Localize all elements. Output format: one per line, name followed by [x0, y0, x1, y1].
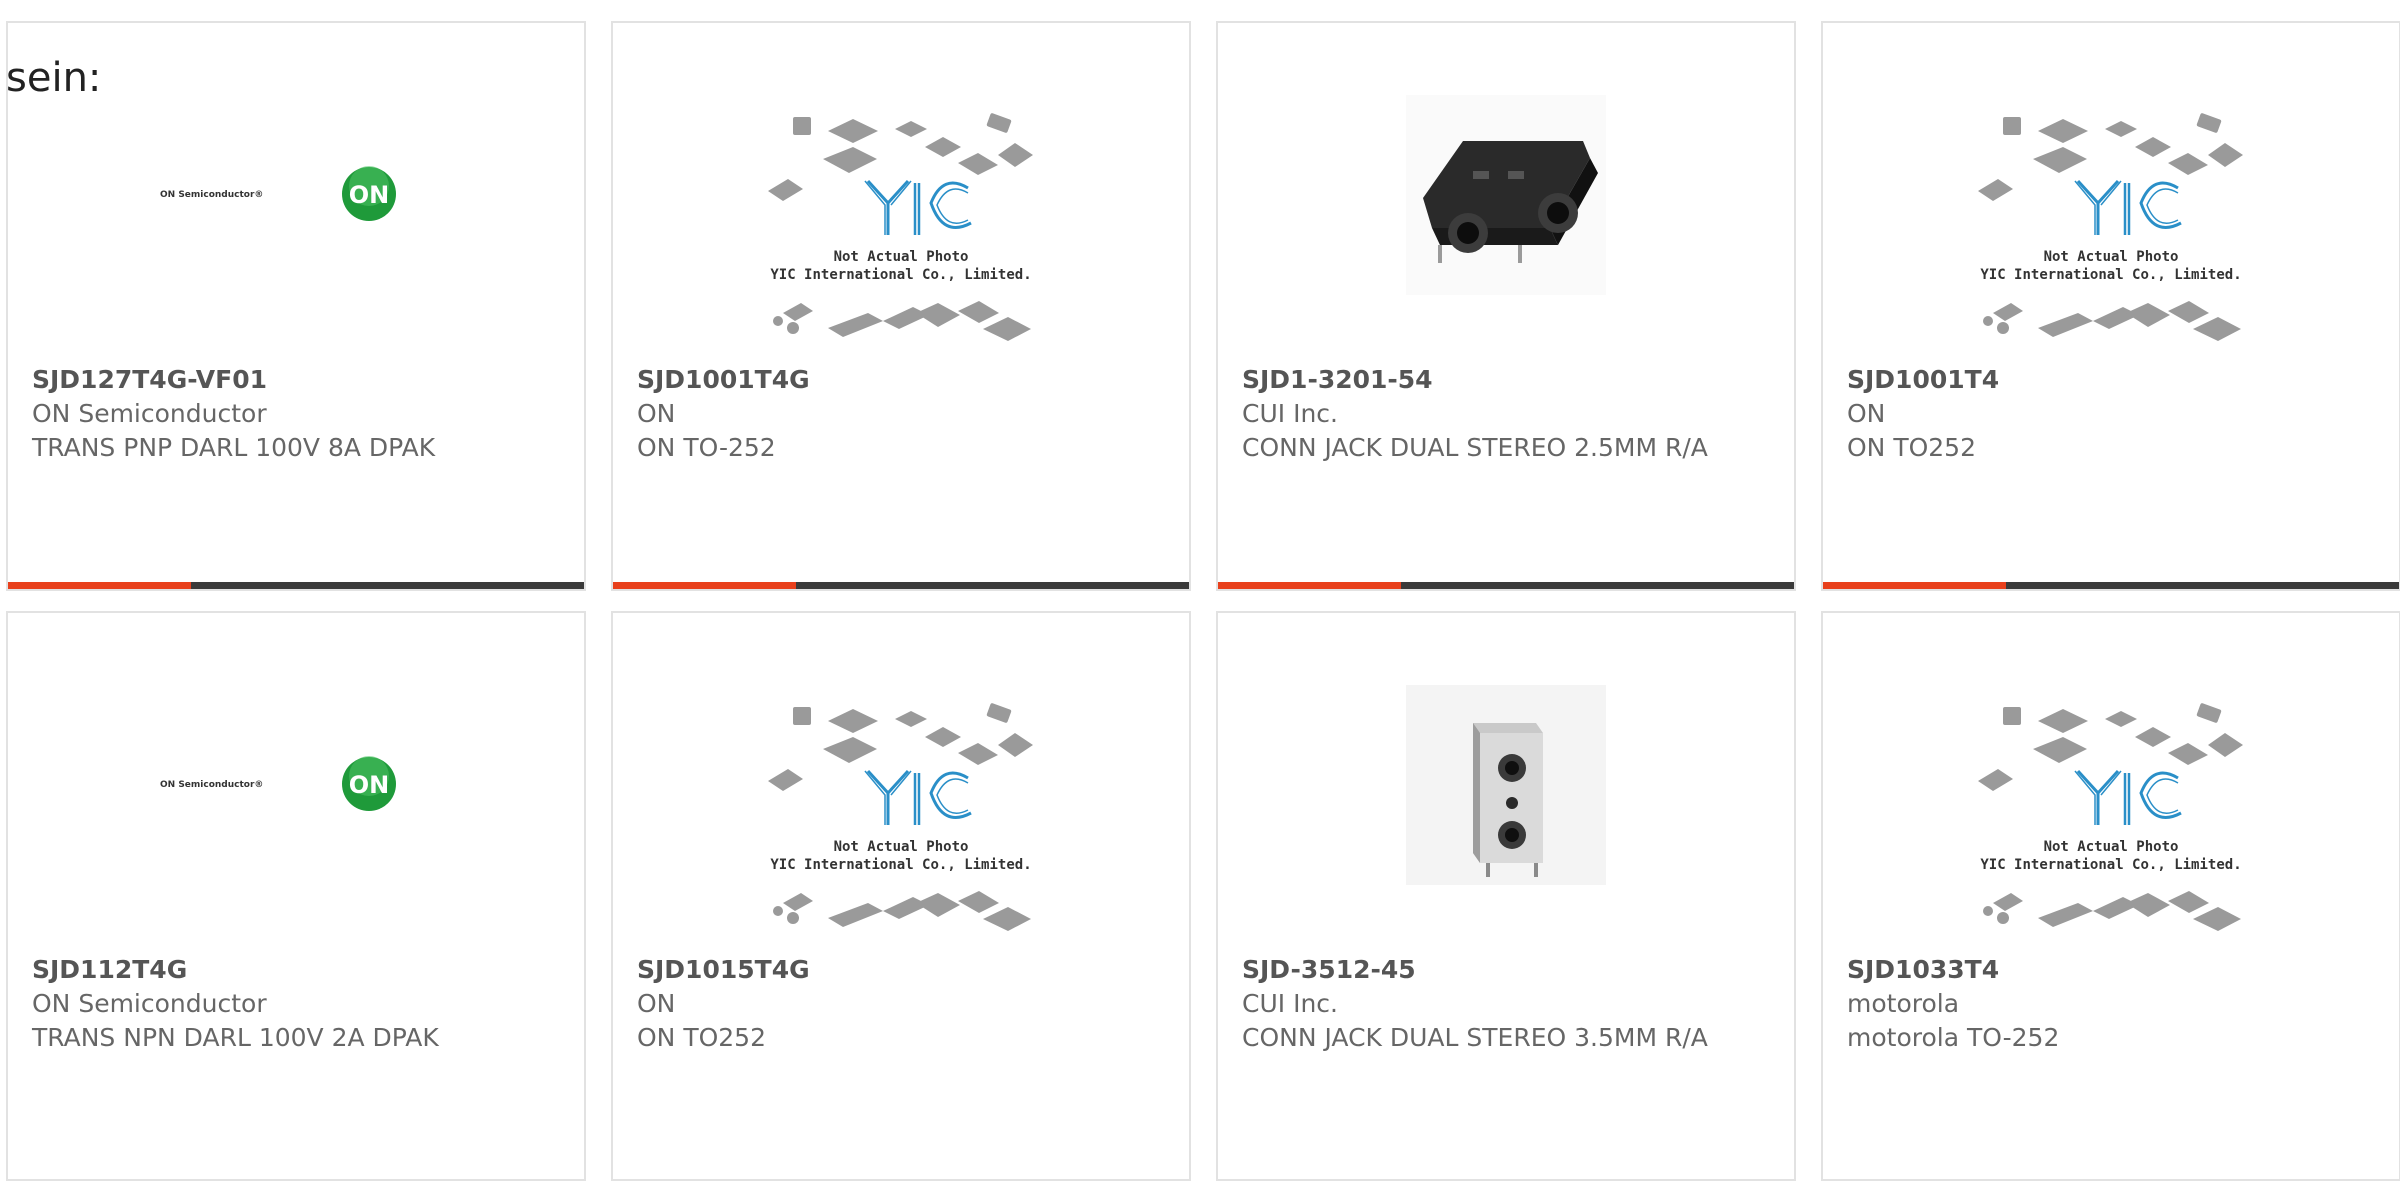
part-number[interactable]: SJD-3512-45	[1242, 953, 1770, 987]
part-number[interactable]: SJD1-3201-54	[1242, 363, 1770, 397]
yic-placeholder-icon: Not Actual Photo YIC International Co., …	[768, 703, 1033, 931]
product-card[interactable]: SJD-3512-45 CUI Inc. CONN JACK DUAL STER…	[1216, 611, 1796, 1181]
yic-placeholder-icon: Not Actual Photo YIC International Co., …	[1978, 113, 2243, 341]
svg-text:ON: ON	[349, 771, 390, 799]
text-fragment: sein:	[6, 55, 102, 101]
svg-text:ON Semiconductor®: ON Semiconductor®	[160, 190, 263, 200]
manufacturer: ON	[1847, 399, 1886, 428]
product-card[interactable]: Not Actual Photo YIC International Co., …	[1821, 21, 2400, 591]
product-info: SJD112T4G ON Semiconductor TRANS NPN DAR…	[32, 953, 560, 1055]
product-image[interactable]: Not Actual Photo YIC International Co., …	[1823, 613, 2399, 943]
card-bottom-bar	[1218, 582, 1794, 589]
product-info: SJD1-3201-54 CUI Inc. CONN JACK DUAL STE…	[1242, 363, 1770, 465]
card-bar-accent	[613, 582, 796, 589]
product-card[interactable]: Not Actual Photo YIC International Co., …	[1821, 611, 2400, 1181]
description: CONN JACK DUAL STEREO 3.5MM R/A	[1242, 1023, 1708, 1052]
product-info: SJD-3512-45 CUI Inc. CONN JACK DUAL STER…	[1242, 953, 1770, 1055]
svg-text:YIC International Co., Limited: YIC International Co., Limited.	[1980, 857, 2241, 873]
card-bar-accent	[8, 582, 191, 589]
product-card[interactable]: Not Actual Photo YIC International Co., …	[611, 611, 1191, 1181]
description: ON TO252	[637, 1023, 766, 1052]
product-info: SJD1015T4G ON ON TO252	[637, 953, 1165, 1055]
svg-text:YIC International Co., Limited: YIC International Co., Limited.	[770, 267, 1031, 283]
svg-text:YIC International Co., Limited: YIC International Co., Limited.	[1980, 267, 2241, 283]
svg-text:ON Semiconductor®: ON Semiconductor®	[160, 780, 263, 790]
card-bottom-bar	[1823, 582, 2399, 589]
product-card[interactable]: Not Actual Photo YIC International Co., …	[611, 21, 1191, 591]
part-number[interactable]: SJD1001T4	[1847, 363, 2375, 397]
vertical-jack-photo-icon	[1406, 685, 1606, 885]
manufacturer: motorola	[1847, 989, 1960, 1018]
product-image[interactable]: Not Actual Photo YIC International Co., …	[613, 613, 1189, 943]
product-image[interactable]	[1218, 613, 1794, 943]
part-number[interactable]: SJD1001T4G	[637, 363, 1165, 397]
part-number[interactable]: SJD1015T4G	[637, 953, 1165, 987]
svg-text:Not Actual Photo: Not Actual Photo	[2044, 839, 2179, 855]
card-bottom-bar	[613, 582, 1189, 589]
manufacturer: ON	[637, 989, 676, 1018]
card-bar-accent	[1218, 582, 1401, 589]
on-semiconductor-logo-icon: ON Semiconductor® ON	[160, 756, 396, 811]
product-card[interactable]: ON Semiconductor® ON SJD127T4G-VF01 ON S…	[6, 21, 586, 591]
svg-text:YIC International Co., Limited: YIC International Co., Limited.	[770, 857, 1031, 873]
product-info: SJD1001T4G ON ON TO-252	[637, 363, 1165, 465]
product-card[interactable]: ON Semiconductor® ON SJD112T4G ON Semico…	[6, 611, 586, 1181]
product-card[interactable]: SJD1-3201-54 CUI Inc. CONN JACK DUAL STE…	[1216, 21, 1796, 591]
product-grid: ON Semiconductor® ON SJD127T4G-VF01 ON S…	[6, 21, 2400, 1181]
description: ON TO252	[1847, 433, 1976, 462]
description: ON TO-252	[637, 433, 776, 462]
product-info: SJD127T4G-VF01 ON Semiconductor TRANS PN…	[32, 363, 560, 465]
manufacturer: ON Semiconductor	[32, 399, 267, 428]
product-image[interactable]: ON Semiconductor® ON	[8, 613, 584, 943]
card-bottom-bar	[8, 582, 584, 589]
part-number[interactable]: SJD127T4G-VF01	[32, 363, 560, 397]
svg-text:Not Actual Photo: Not Actual Photo	[834, 249, 969, 265]
svg-text:ON: ON	[349, 181, 390, 209]
manufacturer: ON	[637, 399, 676, 428]
description: TRANS PNP DARL 100V 8A DPAK	[32, 433, 436, 462]
product-info: SJD1033T4 motorola motorola TO-252	[1847, 953, 2375, 1055]
card-bar-accent	[1823, 582, 2006, 589]
svg-text:Not Actual Photo: Not Actual Photo	[834, 839, 969, 855]
product-image[interactable]	[1218, 23, 1794, 353]
product-image[interactable]: Not Actual Photo YIC International Co., …	[613, 23, 1189, 353]
manufacturer: CUI Inc.	[1242, 399, 1338, 428]
part-number[interactable]: SJD1033T4	[1847, 953, 2375, 987]
manufacturer: ON Semiconductor	[32, 989, 267, 1018]
part-number[interactable]: SJD112T4G	[32, 953, 560, 987]
description: motorola TO-252	[1847, 1023, 2060, 1052]
product-info: SJD1001T4 ON ON TO252	[1847, 363, 2375, 465]
yic-placeholder-icon: Not Actual Photo YIC International Co., …	[768, 113, 1033, 341]
description: TRANS NPN DARL 100V 2A DPAK	[32, 1023, 439, 1052]
audio-jack-photo-icon	[1406, 95, 1606, 295]
svg-text:Not Actual Photo: Not Actual Photo	[2044, 249, 2179, 265]
yic-placeholder-icon: Not Actual Photo YIC International Co., …	[1978, 703, 2243, 931]
product-image[interactable]: Not Actual Photo YIC International Co., …	[1823, 23, 2399, 353]
manufacturer: CUI Inc.	[1242, 989, 1338, 1018]
description: CONN JACK DUAL STEREO 2.5MM R/A	[1242, 433, 1708, 462]
